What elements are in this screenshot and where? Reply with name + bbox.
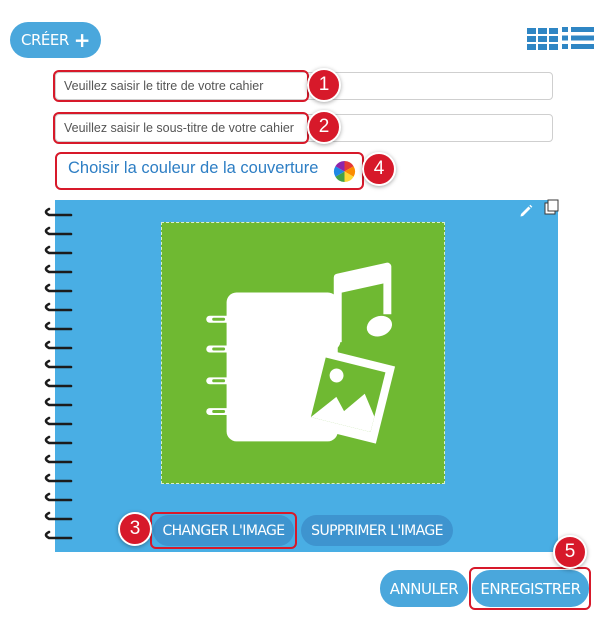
- grid-view-icon[interactable]: [527, 28, 559, 50]
- cancel-button[interactable]: ANNULER: [380, 570, 468, 607]
- color-wheel-icon[interactable]: [333, 160, 356, 183]
- plus-icon: +: [73, 28, 91, 52]
- delete-image-button[interactable]: SUPPRIMER L'IMAGE: [301, 515, 453, 546]
- cover-color-link[interactable]: Choisir la couleur de la couverture: [68, 159, 318, 178]
- notebook-music-image-icon: [162, 223, 444, 483]
- title-input[interactable]: [55, 72, 553, 100]
- spiral-binding: [44, 207, 73, 540]
- copy-icon[interactable]: [544, 199, 559, 215]
- change-image-button[interactable]: CHANGER L'IMAGE: [153, 515, 294, 546]
- annotation-badge-2: 2: [307, 110, 341, 144]
- annotation-badge-5: 5: [553, 535, 587, 569]
- annotation-badge-3: 3: [118, 512, 152, 546]
- annotation-badge-1: 1: [307, 68, 341, 102]
- annotation-badge-4: 4: [362, 152, 396, 186]
- create-button[interactable]: CRÉER +: [10, 22, 101, 58]
- save-button[interactable]: ENREGISTRER: [472, 570, 589, 607]
- subtitle-input[interactable]: [55, 114, 553, 142]
- cover-image-frame[interactable]: [161, 222, 445, 484]
- pencil-icon[interactable]: [518, 203, 534, 219]
- list-view-icon[interactable]: [562, 26, 594, 50]
- create-button-label: CRÉER: [20, 31, 69, 49]
